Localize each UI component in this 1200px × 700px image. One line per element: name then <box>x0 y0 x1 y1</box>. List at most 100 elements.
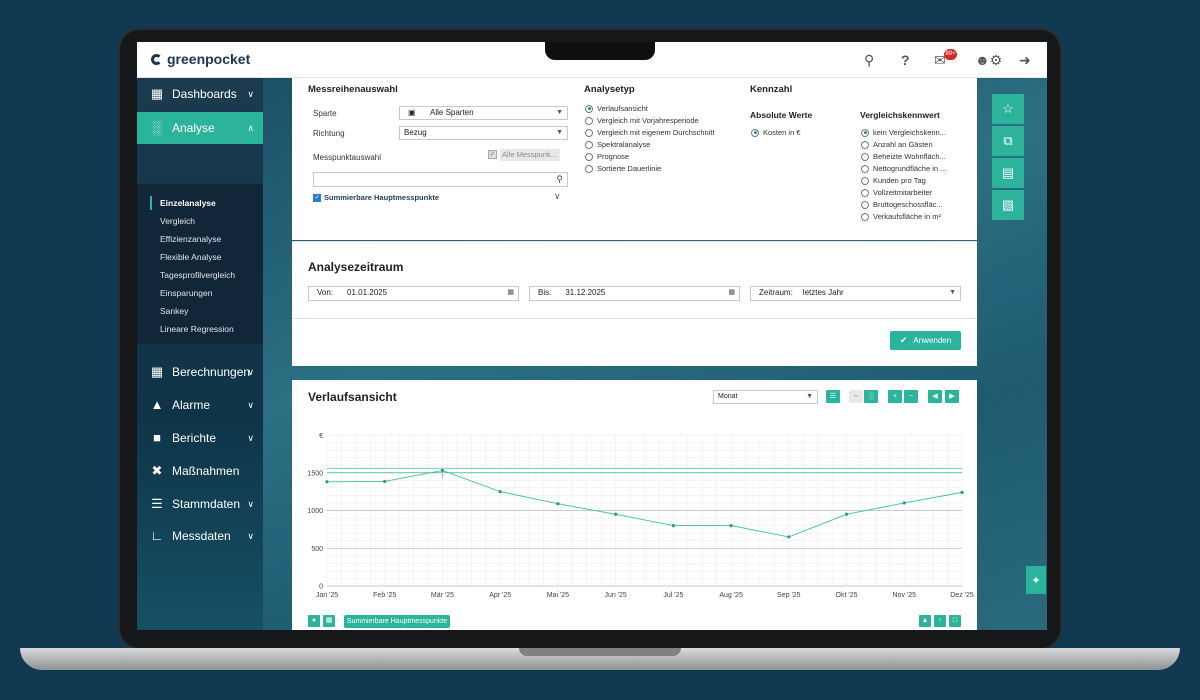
submenu-item-lineare-regression[interactable]: Lineare Regression <box>160 324 234 334</box>
logout-icon[interactable]: ➜ <box>1019 52 1031 69</box>
zoom-in-icon[interactable]: + <box>888 390 902 403</box>
radio-verkaufsflaeche[interactable]: Verkaufsfläche in m² <box>861 212 941 221</box>
stack-icon[interactable]: ☰ <box>826 390 840 403</box>
sparte-select[interactable]: ▣ Alle Sparten ▼ <box>399 106 568 120</box>
bis-date-input[interactable]: Bis: 31.12.2025 ▦ <box>529 286 740 301</box>
sidebar-item-berichte[interactable]: ■ Berichte ∨ <box>137 422 263 454</box>
alle-messpunkte-checkbox[interactable]: ✓ <box>488 150 497 159</box>
radio-verlaufsansicht[interactable]: Verlaufsansicht <box>585 104 648 113</box>
data-point <box>614 512 618 516</box>
radio-dot <box>861 152 869 161</box>
chevron-down-icon[interactable]: ∨ <box>554 191 561 202</box>
submenu-item-effizienzanalyse[interactable]: Effizienzanalyse <box>160 234 221 244</box>
grid-icon[interactable]: ▦ <box>323 615 335 627</box>
line-chart-toggle[interactable]: ∼ <box>849 390 863 403</box>
radio-dot <box>751 128 759 137</box>
next-icon[interactable]: ▶ <box>945 390 959 403</box>
prev-icon[interactable]: ◀ <box>928 390 942 403</box>
x-tick-label: Aug '25 <box>719 592 743 599</box>
x-tick-label: Dez '25 <box>950 592 974 599</box>
file-export-icon: ▤ <box>1001 165 1015 180</box>
interval-select[interactable]: Monat ▼ <box>713 390 818 404</box>
sidebar-item-stammdaten[interactable]: ☰ Stammdaten ∨ <box>137 488 263 520</box>
tools-icon: ✖ <box>151 463 163 478</box>
radio-prognose[interactable]: Prognose <box>585 152 629 161</box>
zeitraum-select[interactable]: Zeitraum: letztes Jahr ▼ <box>750 286 961 301</box>
caret-down-icon: ▼ <box>949 289 956 296</box>
magic-assist-button[interactable]: ✦ <box>1026 566 1046 594</box>
chevron-down-icon: ∨ <box>247 88 254 99</box>
sidebar-item-analyse[interactable]: ░ Analyse ∧ <box>137 112 263 144</box>
radio-dot <box>585 140 593 149</box>
submenu-item-einzelanalyse[interactable]: Einzelanalyse <box>160 198 216 208</box>
folder-icon: ▣ <box>408 108 416 117</box>
zoom-out-icon[interactable]: − <box>904 390 918 403</box>
sidebar-item-berechnungen[interactable]: ▦ Berechnungen ∨ <box>137 356 263 388</box>
divider <box>292 318 977 319</box>
data-point <box>844 512 849 516</box>
export-file-button[interactable]: ▧ <box>992 190 1024 220</box>
sidebar-item-messdaten[interactable]: ∟ Messdaten ∨ <box>137 520 263 552</box>
bar-chart-toggle[interactable]: ░ <box>864 390 878 403</box>
x-tick-label: Jul '25 <box>663 592 683 599</box>
submenu-item-flexible-analyse[interactable]: Flexible Analyse <box>160 252 221 262</box>
radio-sortierte-dauerlinie[interactable]: Sortierte Dauerlinie <box>585 164 661 173</box>
submenu-item-tagesprofilvergleich[interactable]: Tagesprofilvergleich <box>160 270 235 280</box>
selection-panel: Messreihenauswahl Sparte ▣ Alle Sparten ▼ … <box>292 78 977 240</box>
radio-vollzeitmitarbeiter[interactable]: Vollzeitmitarbeiter <box>861 188 932 197</box>
help-icon[interactable]: ? <box>901 52 910 68</box>
submenu-item-einsparungen[interactable]: Einsparungen <box>160 288 212 298</box>
image-export-icon[interactable]: ▲ <box>919 615 931 627</box>
messpunkt-search-input[interactable]: ⚲ <box>313 172 568 187</box>
sidebar-item-alarme[interactable]: ▲ Alarme ∨ <box>137 389 263 421</box>
y-unit-label: € <box>319 433 323 440</box>
submenu-item-vergleich[interactable]: Vergleich <box>160 216 195 226</box>
divider <box>292 241 977 242</box>
von-date-input[interactable]: Von: 01.01.2025 ▦ <box>308 286 519 301</box>
radio-kunden[interactable]: Kunden pro Tag <box>861 176 926 185</box>
apply-button[interactable]: ✔ Anwenden <box>890 331 961 350</box>
chevron-down-icon: ∨ <box>247 498 254 509</box>
upload-icon[interactable]: ↑ <box>934 615 946 627</box>
radio-vorjahresperiode[interactable]: Vergleich mit Vorjahresperiode <box>585 116 699 125</box>
app-screen: greenpocket ⚲ ? ✉ 99+ ☻⚙ ➜ ▦ Dashboards ∨ … <box>137 42 1047 630</box>
radio-nettogrundflaeche[interactable]: Nettogrundfläche in ... <box>861 164 946 173</box>
chevron-down-icon: ∨ <box>247 530 254 541</box>
calendar-icon: ▦ <box>728 289 735 296</box>
search-icon[interactable]: ⚲ <box>864 52 874 69</box>
sidebar-item-dashboards[interactable]: ▦ Dashboards ∨ <box>137 78 263 110</box>
messreihen-title: Messreihenauswahl <box>308 84 398 95</box>
summierbare-checkbox[interactable]: ✓ <box>313 194 321 202</box>
radio-dot <box>861 200 869 209</box>
lock-icon[interactable]: ● <box>308 615 320 627</box>
x-tick-label: Sep '25 <box>777 592 801 599</box>
radio-gaeste[interactable]: Anzahl an Gästen <box>861 140 933 149</box>
radio-bruttogeschossflaeche[interactable]: Bruttogeschossfläc... <box>861 200 943 209</box>
x-tick-label: Okt '25 <box>836 592 858 599</box>
favorite-star-button[interactable]: ☆ <box>992 94 1024 124</box>
user-settings-icon[interactable]: ☻⚙ <box>975 52 1002 69</box>
data-point <box>902 501 906 505</box>
line-chart: 0 500 1000 1500 € Jan '25 Feb '25 Mär '25 Apr '2… <box>307 433 974 599</box>
export-xls-button[interactable]: ▤ <box>992 158 1024 188</box>
radio-kosten[interactable]: Kosten in € <box>751 128 801 137</box>
share-icon: ⧉ <box>1003 133 1013 148</box>
radio-kein-vergleich[interactable]: kein Vergleichskenn... <box>861 128 946 137</box>
alle-messpunkte-label[interactable]: Alle Messpunk... <box>500 149 560 161</box>
master-data-icon: ☰ <box>151 496 163 511</box>
share-button[interactable]: ⧉ <box>992 126 1024 156</box>
radio-wohnflaeche[interactable]: Beheizte Wohnfläch... <box>861 152 946 161</box>
radio-dot <box>861 176 869 185</box>
logo[interactable]: greenpocket <box>151 51 250 67</box>
export-icon[interactable]: □ <box>949 615 961 627</box>
radio-eigener-durchschnitt[interactable]: Vergleich mit eigenem Durchschnitt <box>585 128 715 137</box>
richtung-select[interactable]: Bezug ▼ <box>399 126 568 140</box>
radio-spektralanalyse[interactable]: Spektralanalyse <box>585 140 650 149</box>
summierbare-tag[interactable]: Summierbare Hauptmesspunkte <box>344 615 450 628</box>
submenu-item-sankey[interactable]: Sankey <box>160 306 188 316</box>
calculator-icon: ▦ <box>150 364 164 379</box>
sidebar-item-massnahmen[interactable]: ✖ Maßnahmen <box>137 455 263 487</box>
sparkle-icon: ✦ <box>1031 574 1041 587</box>
vergleichskennwert-title: Vergleichskennwert <box>860 110 940 120</box>
x-tick-label: Apr '25 <box>489 592 511 599</box>
